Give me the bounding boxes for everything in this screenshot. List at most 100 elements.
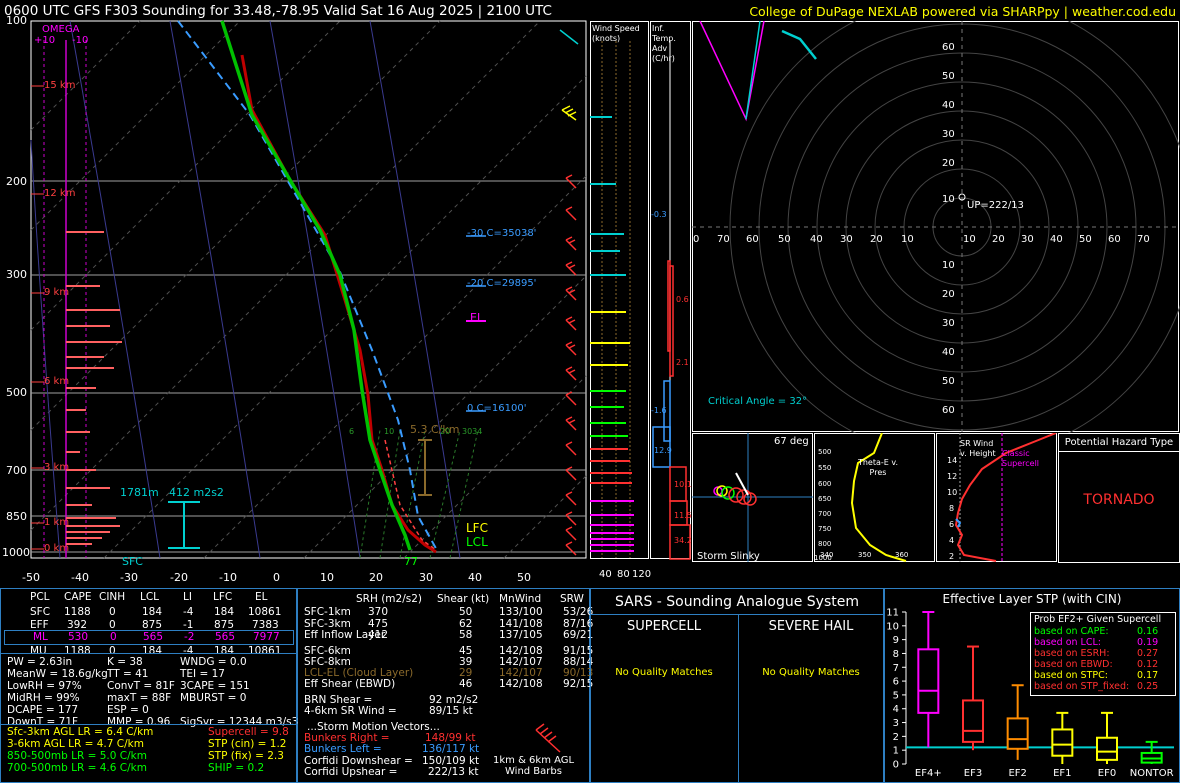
- pressure-label: 1000: [2, 546, 30, 559]
- col-header: LI: [183, 591, 192, 603]
- hodo-x-tick: 20: [870, 234, 883, 245]
- sars-box: [590, 588, 884, 783]
- stp-y-tick-label: 9: [893, 635, 899, 646]
- theta-tick: 500: [818, 448, 832, 456]
- slinky-title: Storm Slinky: [697, 551, 760, 562]
- hodo-up-tick: 10: [942, 194, 955, 205]
- lcl-label: LCL: [466, 535, 488, 549]
- parcel-cell: 184: [142, 606, 163, 618]
- hodo-x-tick: 30: [1021, 234, 1034, 245]
- bunkers-left-label: Bunkers Left =: [304, 743, 382, 755]
- inferred-temp-value: 10.1: [674, 480, 692, 489]
- kin-cell: 46: [459, 678, 473, 690]
- storm-slinky: [692, 433, 813, 562]
- legend-label: based on ESRH:: [1034, 648, 1110, 659]
- legend-value: 0.27: [1137, 648, 1159, 659]
- srwind-tick: 8: [949, 504, 955, 513]
- hodo-x-tick: 60: [1108, 234, 1121, 245]
- lapse-rate: 3-6km AGL LR = 4.7 C/km: [7, 738, 144, 750]
- srwind-tick: 2: [949, 552, 955, 561]
- legend-value: 0.12: [1137, 659, 1159, 670]
- stp-title: Effective Layer STP (with CIN): [942, 592, 1122, 606]
- parcel-cell: 10861: [248, 645, 282, 657]
- corfidi-up-value: 222/13 kt: [428, 766, 479, 778]
- hodo-x-tick: 40: [1050, 234, 1063, 245]
- col-header: CINH: [99, 591, 126, 603]
- inferred-temp-value: 12.9: [654, 446, 672, 455]
- stp-category-label: EF2: [1008, 768, 1026, 779]
- kin-header: SRH (m2/s2): [356, 593, 422, 605]
- stp-category-label: EF4+: [915, 768, 942, 779]
- thermo-param: PW = 2.63in: [7, 656, 73, 668]
- thermo-param: maxT = 88F: [107, 692, 172, 704]
- temp-axis-label: -50: [22, 571, 40, 584]
- srwind-tick: 14: [947, 456, 958, 465]
- theta-title: Theta-E v. Pres: [857, 458, 899, 477]
- surface-temp-label: 77: [404, 555, 418, 568]
- parcel-cell: 0: [110, 631, 117, 643]
- parcel-cell: 184: [214, 606, 235, 618]
- pressure-label: 500: [6, 386, 27, 399]
- thermo-param: MidRH = 99%: [7, 692, 80, 704]
- parcel-cell: 530: [68, 631, 89, 643]
- thermo-param: LowRH = 97%: [7, 680, 82, 692]
- kin-cell: 53/26: [563, 606, 594, 618]
- parcel-cell: 1188: [64, 606, 91, 618]
- lapse-rate-label: 5.3 C/km: [410, 423, 460, 436]
- legend-value: 0.25: [1137, 681, 1159, 692]
- stp-y-tick-label: 6: [893, 677, 899, 688]
- composite-index: STP (cin) = 1.2: [208, 738, 287, 750]
- barbs-caption: Wind Barbs: [505, 766, 562, 777]
- height-label: 0 km: [44, 543, 70, 554]
- inferred-temp-value: -0.3: [651, 210, 667, 219]
- legend-label: based on STPC:: [1034, 670, 1108, 681]
- thermo-param: MBURST = 0: [180, 692, 247, 704]
- hazard-panel: Potential Hazard Type TORNADO: [1058, 433, 1180, 563]
- srwind-tick: 10: [947, 488, 958, 497]
- temp-axis-label: 30: [419, 571, 433, 584]
- stp-category-label: EF0: [1098, 768, 1116, 779]
- kin-cell: 50: [459, 606, 473, 618]
- parcel-cell: 565: [143, 631, 164, 643]
- wind-speed-tick: 80: [617, 569, 630, 580]
- composite-index: STP (fix) = 2.3: [208, 750, 284, 762]
- stp-y-tick-label: 7: [893, 663, 899, 674]
- thermo-param: ConvT = 81F: [107, 680, 175, 692]
- srwind-tick: 6: [949, 520, 955, 529]
- hodo-x-tick: 0: [693, 234, 700, 245]
- stp-y-tick-label: 10: [886, 621, 899, 632]
- height-label: 15 km: [44, 80, 76, 91]
- thermo-param: TEI = 17: [180, 668, 225, 680]
- hodo-up-label: UP=222/13: [967, 200, 1024, 211]
- height-label: 9 km: [44, 287, 70, 298]
- inferred-temp-value: 0.6: [676, 295, 689, 304]
- wind-speed-title: Wind Speed (knots): [592, 24, 640, 43]
- hodo-up-tick: 40: [942, 100, 955, 111]
- hodo-x-tick: 30: [840, 234, 853, 245]
- wind-speed-panel: [590, 21, 649, 559]
- sars-hail-title: SEVERE HAIL: [768, 619, 854, 634]
- col-header: LCL: [140, 591, 160, 603]
- legend-label: based on STP_fixed:: [1034, 681, 1130, 692]
- theta-x-tick: 340: [820, 551, 834, 559]
- legend-label: based on LCL:: [1034, 637, 1101, 648]
- stp-y-tick-label: 2: [893, 732, 899, 743]
- pressure-label: 100: [6, 14, 27, 27]
- stp-category-label: NONTOR: [1130, 768, 1174, 779]
- stp-box: [1096, 736, 1118, 761]
- mixing-ratio-label: 10: [384, 427, 395, 436]
- hazard-value: TORNADO: [1083, 492, 1155, 508]
- omega-scale-left: +10: [34, 35, 56, 46]
- hodo-x-tick: 10: [901, 234, 914, 245]
- hodo-down-tick: 10: [942, 260, 955, 271]
- kin-header: SRW: [560, 593, 584, 605]
- parcel-row-selected[interactable]: ML 530 0 565 -2 565 7977: [4, 630, 294, 645]
- theta-tick: 650: [818, 495, 832, 503]
- kin-cell: 92/15: [563, 678, 594, 690]
- lapse-rate: Sfc-3km AGL LR = 6.4 C/km: [7, 726, 154, 738]
- parcel-divider: [0, 653, 296, 654]
- hodo-down-tick: 20: [942, 289, 955, 300]
- stp-box: [962, 699, 984, 743]
- height-label: 12 km: [44, 188, 76, 199]
- kin-cell: Eff Shear (EBWD): [304, 678, 396, 690]
